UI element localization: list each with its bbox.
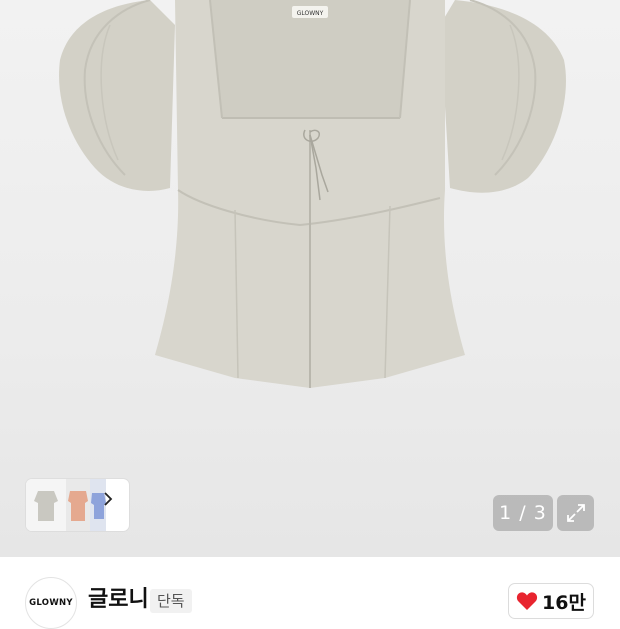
thumbnail-strip[interactable] [26,479,129,531]
chevron-right-icon [104,492,113,506]
expand-button[interactable] [557,495,594,531]
product-gallery[interactable]: GLOWNY 1 / 3 [0,0,620,557]
expand-icon [566,504,585,522]
thumbnail-pink-top [68,491,88,521]
brand-name[interactable]: 글로니 [88,585,149,615]
brand-logo[interactable]: GLOWNY [25,577,77,629]
like-button[interactable]: 16만 [508,583,594,619]
image-counter: 1 / 3 [493,495,553,531]
svg-text:GLOWNY: GLOWNY [297,10,324,17]
product-image: GLOWNY [59,0,566,388]
like-count: 16만 [542,591,586,614]
heart-icon [516,592,538,610]
exclusive-badge: 단독 [150,589,192,613]
thumbnail-next-button[interactable] [103,492,125,518]
